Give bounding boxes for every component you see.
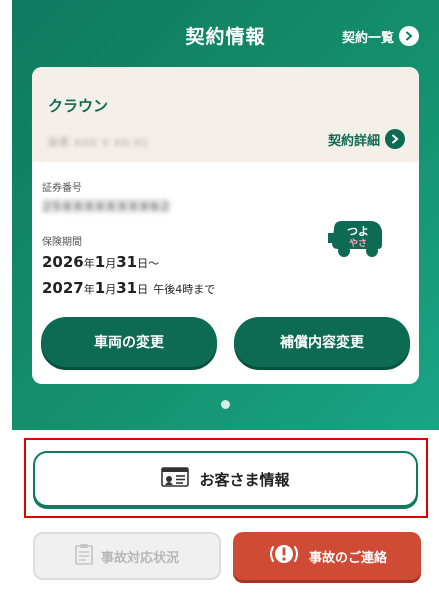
contract-card: クラウン 自家 XXX X XX:X1 契約詳細 証券番号 25XXXXXXXX… (32, 67, 419, 384)
id-card-icon (161, 467, 190, 491)
customer-info-label: お客さま情報 (199, 470, 290, 489)
customer-info-button[interactable]: お客さま情報 (33, 451, 418, 507)
blurred-contract-info: 自家 XXX X XX:X1 (48, 138, 150, 149)
contract-list-link[interactable]: 契約一覧 (342, 26, 419, 46)
chevron-right-icon (399, 26, 419, 46)
accident-status-label: 事故対応状況 (100, 550, 179, 566)
clipboard-icon (75, 543, 93, 569)
insurance-period-label: 保険期間 (42, 237, 82, 248)
accident-contact-label: 事故のご連絡 (308, 550, 387, 566)
car-name: クラウン (48, 97, 109, 115)
contract-detail-link[interactable]: 契約詳細 (328, 129, 405, 149)
accident-status-button[interactable]: 事故対応状況 (33, 532, 221, 580)
policy-number-value: 25XXXXXXXX62 (42, 200, 171, 215)
contract-detail-label: 契約詳細 (327, 133, 380, 149)
contract-list-label: 契約一覧 (341, 30, 394, 46)
vehicle-change-button[interactable]: 車両の変更 (41, 317, 217, 367)
badge-line1: つよ (347, 225, 369, 238)
card-header: クラウン 自家 XXX X XX:X1 契約詳細 (32, 67, 419, 162)
coverage-change-button[interactable]: 補償内容変更 (234, 317, 410, 367)
period-start: 2026年1月31日〜 (42, 253, 160, 271)
badge-line2: やさ (349, 238, 367, 249)
car-badge-icon: つよ やさ (328, 215, 386, 263)
policy-number-label: 証券番号 (42, 183, 82, 194)
period-end: 2027年1月31日 午後4時まで (42, 279, 216, 297)
carousel-page-indicator[interactable] (221, 400, 230, 409)
alert-icon (267, 543, 301, 569)
chevron-right-icon (385, 129, 405, 149)
accident-contact-button[interactable]: 事故のご連絡 (233, 532, 421, 580)
